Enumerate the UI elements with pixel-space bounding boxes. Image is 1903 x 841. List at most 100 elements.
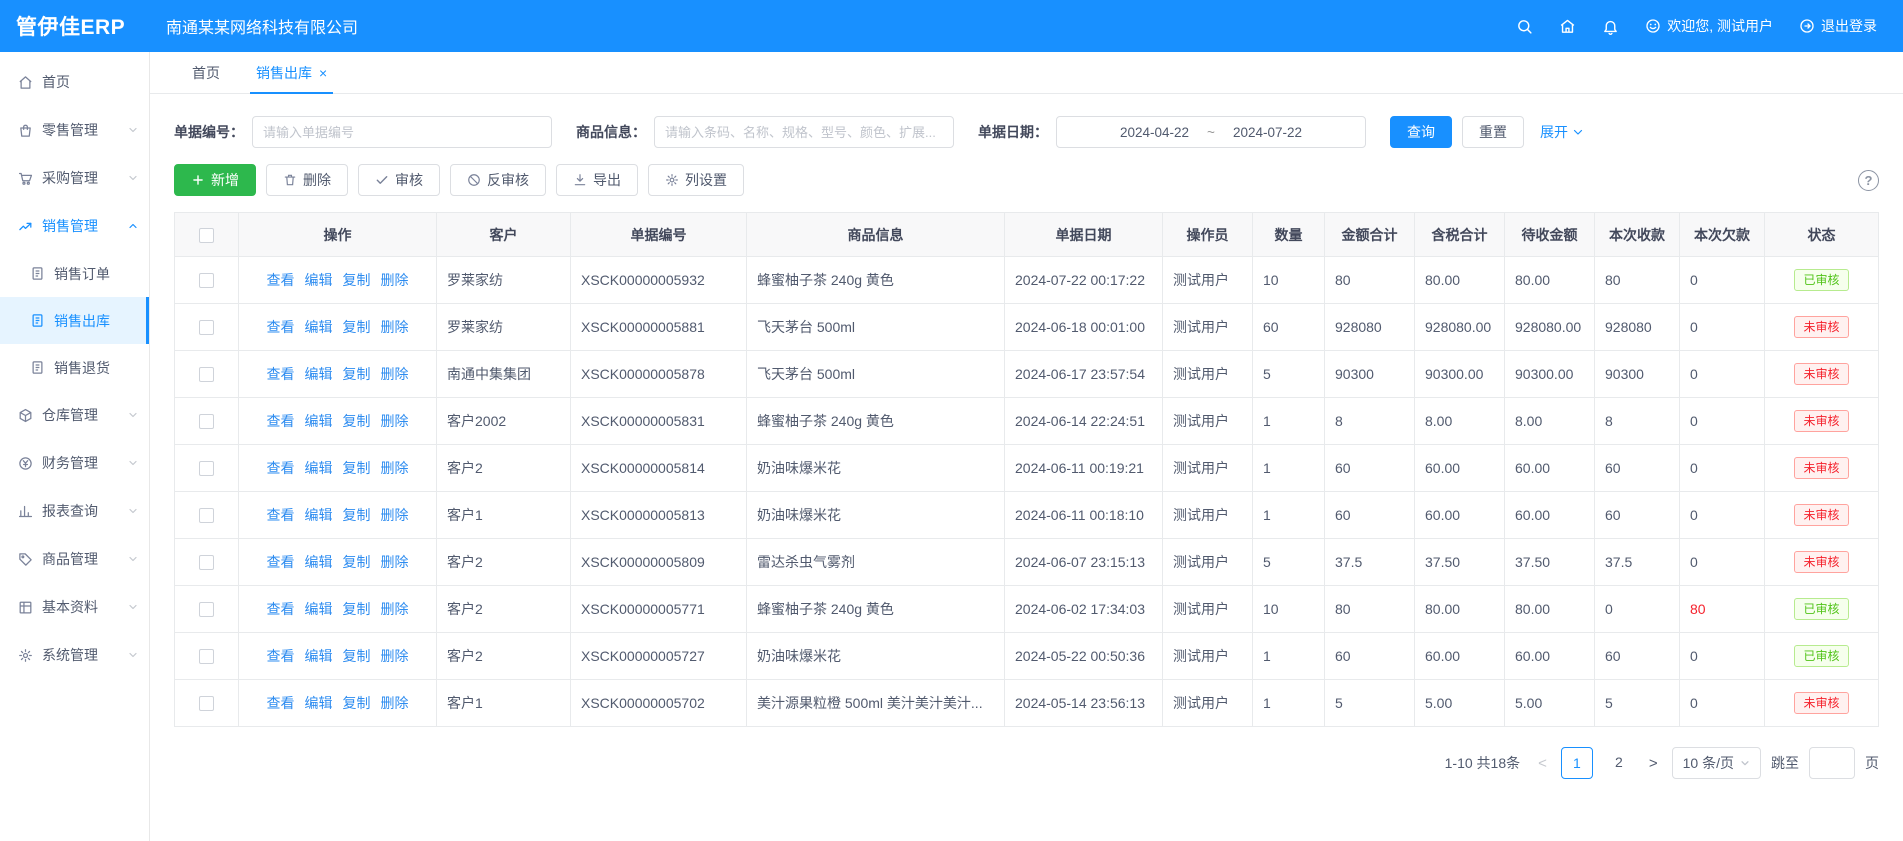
row-action-edit[interactable]: 编辑	[305, 507, 333, 523]
row-action-copy[interactable]: 复制	[343, 413, 371, 429]
cell-debt: 0	[1680, 445, 1765, 492]
bell-icon[interactable]	[1602, 18, 1619, 35]
sidebar-item-sales-outbound[interactable]: 销售出库	[0, 297, 149, 344]
row-action-view[interactable]: 查看	[267, 460, 295, 476]
row-action-copy[interactable]: 复制	[343, 460, 371, 476]
row-action-copy[interactable]: 复制	[343, 648, 371, 664]
row-action-copy[interactable]: 复制	[343, 272, 371, 288]
row-action-delete[interactable]: 删除	[381, 272, 409, 288]
delete-button[interactable]: 删除	[266, 164, 348, 196]
cell-operator: 测试用户	[1163, 304, 1253, 351]
row-action-edit[interactable]: 编辑	[305, 648, 333, 664]
row-action-view[interactable]: 查看	[267, 272, 295, 288]
row-action-view[interactable]: 查看	[267, 554, 295, 570]
row-action-copy[interactable]: 复制	[343, 366, 371, 382]
row-action-edit[interactable]: 编辑	[305, 695, 333, 711]
product-info-input[interactable]	[654, 116, 954, 148]
row-action-edit[interactable]: 编辑	[305, 366, 333, 382]
sidebar-item-home[interactable]: 首页	[0, 58, 149, 106]
row-action-edit[interactable]: 编辑	[305, 272, 333, 288]
row-action-view[interactable]: 查看	[267, 695, 295, 711]
row-checkbox[interactable]	[199, 555, 214, 570]
row-action-copy[interactable]: 复制	[343, 319, 371, 335]
logout-button[interactable]: 退出登录	[1799, 16, 1877, 36]
search-icon[interactable]	[1516, 18, 1533, 35]
row-action-view[interactable]: 查看	[267, 601, 295, 617]
sidebar-item-purchase[interactable]: 采购管理	[0, 154, 149, 202]
row-checkbox[interactable]	[199, 696, 214, 711]
close-icon[interactable]: ×	[319, 66, 327, 80]
sidebar-item-sales-order[interactable]: 销售订单	[0, 250, 149, 297]
row-action-delete[interactable]: 删除	[381, 366, 409, 382]
home-shortcut-icon[interactable]	[1559, 18, 1576, 35]
unaudit-button[interactable]: 反审核	[450, 164, 546, 196]
row-action-edit[interactable]: 编辑	[305, 413, 333, 429]
row-action-edit[interactable]: 编辑	[305, 554, 333, 570]
row-action-view[interactable]: 查看	[267, 648, 295, 664]
column-settings-button[interactable]: 列设置	[648, 164, 744, 196]
expand-toggle[interactable]: 展开	[1540, 122, 1584, 142]
row-action-delete[interactable]: 删除	[381, 319, 409, 335]
cell-bill_no: XSCK00000005727	[571, 633, 747, 680]
row-action-view[interactable]: 查看	[267, 319, 295, 335]
row-action-delete[interactable]: 删除	[381, 601, 409, 617]
help-icon[interactable]: ?	[1858, 170, 1879, 191]
jump-input[interactable]	[1809, 747, 1855, 779]
page-size-select[interactable]: 10 条/页	[1672, 747, 1761, 779]
sidebar-item-system[interactable]: 系统管理	[0, 631, 149, 679]
row-checkbox[interactable]	[199, 414, 214, 429]
row-action-delete[interactable]: 删除	[381, 695, 409, 711]
sidebar-item-sales-return[interactable]: 销售退货	[0, 344, 149, 391]
row-action-copy[interactable]: 复制	[343, 507, 371, 523]
bill-no-input[interactable]	[252, 116, 552, 148]
row-checkbox[interactable]	[199, 602, 214, 617]
page-button-1[interactable]: 1	[1561, 747, 1593, 779]
sidebar-item-product[interactable]: 商品管理	[0, 535, 149, 583]
row-action-delete[interactable]: 删除	[381, 460, 409, 476]
row-checkbox[interactable]	[199, 649, 214, 664]
row-checkbox[interactable]	[199, 461, 214, 476]
row-action-view[interactable]: 查看	[267, 366, 295, 382]
row-action-delete[interactable]: 删除	[381, 507, 409, 523]
sidebar-item-basicdata[interactable]: 基本资料	[0, 583, 149, 631]
page-button-2[interactable]: 2	[1603, 747, 1635, 779]
row-action-delete[interactable]: 删除	[381, 413, 409, 429]
row-checkbox[interactable]	[199, 320, 214, 335]
row-action-copy[interactable]: 复制	[343, 601, 371, 617]
row-action-delete[interactable]: 删除	[381, 554, 409, 570]
cell-customer: 客户1	[437, 492, 571, 539]
next-page-button[interactable]: >	[1645, 755, 1662, 772]
row-checkbox[interactable]	[199, 273, 214, 288]
row-action-view[interactable]: 查看	[267, 507, 295, 523]
tab-sales-outbound[interactable]: 销售出库 ×	[238, 52, 345, 93]
row-action-edit[interactable]: 编辑	[305, 601, 333, 617]
date-range-picker[interactable]: 2024-04-22 ~ 2024-07-22	[1056, 116, 1366, 148]
prev-page-button[interactable]: <	[1534, 755, 1551, 772]
search-button[interactable]: 查询	[1390, 116, 1452, 148]
select-all-checkbox[interactable]	[199, 228, 214, 243]
row-action-edit[interactable]: 编辑	[305, 460, 333, 476]
row-action-copy[interactable]: 复制	[343, 554, 371, 570]
export-button[interactable]: 导出	[556, 164, 638, 196]
cell-receivable: 37.50	[1505, 539, 1595, 586]
cell-qty: 10	[1253, 257, 1325, 304]
sidebar-item-retail[interactable]: 零售管理	[0, 106, 149, 154]
sidebar-item-finance[interactable]: 财务管理	[0, 439, 149, 487]
row-action-view[interactable]: 查看	[267, 413, 295, 429]
cell-date: 2024-06-07 23:15:13	[1005, 539, 1163, 586]
row-action-copy[interactable]: 复制	[343, 695, 371, 711]
add-button[interactable]: 新增	[174, 164, 256, 196]
reset-button[interactable]: 重置	[1462, 116, 1524, 148]
sidebar-item-sales[interactable]: 销售管理	[0, 202, 149, 250]
tab-home[interactable]: 首页	[174, 52, 238, 93]
sidebar-item-report[interactable]: 报表查询	[0, 487, 149, 535]
user-welcome[interactable]: 欢迎您, 测试用户	[1645, 16, 1773, 36]
row-checkbox[interactable]	[199, 367, 214, 382]
row-action-delete[interactable]: 删除	[381, 648, 409, 664]
sidebar-item-warehouse[interactable]: 仓库管理	[0, 391, 149, 439]
chevron-down-icon	[127, 553, 139, 565]
row-action-edit[interactable]: 编辑	[305, 319, 333, 335]
row-checkbox[interactable]	[199, 508, 214, 523]
sales-icon	[18, 219, 33, 234]
audit-button[interactable]: 审核	[358, 164, 440, 196]
